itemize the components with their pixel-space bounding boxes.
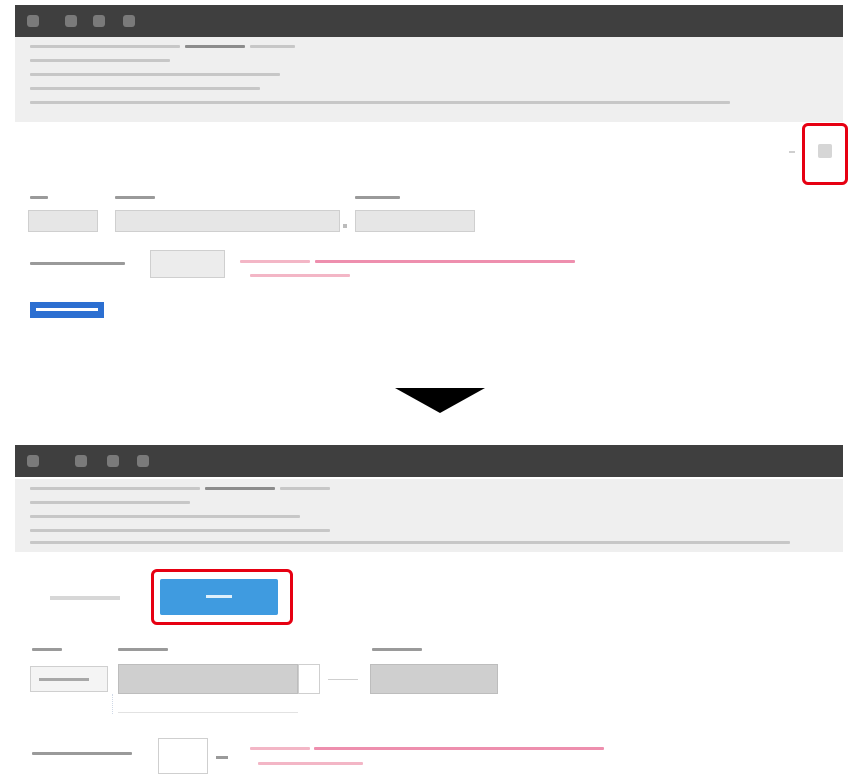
field-small-bottom[interactable] xyxy=(30,666,108,692)
field-right-bottom[interactable] xyxy=(370,664,498,694)
settings-icon[interactable] xyxy=(107,455,119,467)
info-icon[interactable] xyxy=(137,455,149,467)
warning-text-top-2 xyxy=(315,260,575,263)
tool-icon[interactable] xyxy=(75,455,87,467)
label-option xyxy=(32,752,132,755)
option-box-bottom[interactable] xyxy=(158,738,208,774)
label-option xyxy=(30,262,125,265)
cancel-link[interactable] xyxy=(50,596,120,600)
app-icon[interactable] xyxy=(27,455,39,467)
label-field-3 xyxy=(355,196,400,199)
highlight-box-top xyxy=(802,123,848,185)
dropdown-list-line xyxy=(118,712,298,713)
label-field-2 xyxy=(118,648,168,651)
top-toolbar xyxy=(15,5,843,37)
selected-action-button[interactable] xyxy=(30,302,104,318)
label-field-2 xyxy=(115,196,155,199)
unit-text-bottom xyxy=(216,756,228,759)
field-divider-bottom xyxy=(328,679,358,680)
notes-panel-bottom xyxy=(15,479,843,552)
warning-text-bottom-2 xyxy=(314,747,604,750)
field-dropdown-bottom[interactable] xyxy=(298,664,320,694)
field-wide-bottom[interactable] xyxy=(118,664,298,694)
tool-icon[interactable] xyxy=(65,15,77,27)
warning-text-top-1 xyxy=(240,260,310,263)
label-field-1 xyxy=(32,648,62,651)
app-icon[interactable] xyxy=(27,15,39,27)
field-right-top[interactable] xyxy=(355,210,475,232)
dropdown-list-bottom xyxy=(112,694,117,714)
field-suffix-top xyxy=(343,224,347,228)
notes-panel-top xyxy=(15,37,843,122)
field-small-top[interactable] xyxy=(28,210,98,232)
info-icon[interactable] xyxy=(123,15,135,27)
transition-arrow xyxy=(395,388,485,413)
label-field-1 xyxy=(30,196,48,199)
warning-text-bottom-1 xyxy=(250,747,310,750)
divider-dot xyxy=(789,151,795,153)
option-box-top[interactable] xyxy=(150,250,225,278)
field-wide-top[interactable] xyxy=(115,210,340,232)
label-field-3 xyxy=(372,648,422,651)
warning-text-bottom-3 xyxy=(258,762,363,765)
settings-icon[interactable] xyxy=(93,15,105,27)
highlight-box-bottom xyxy=(151,569,293,625)
warning-text-top-3 xyxy=(250,274,350,277)
bottom-toolbar xyxy=(15,445,843,477)
